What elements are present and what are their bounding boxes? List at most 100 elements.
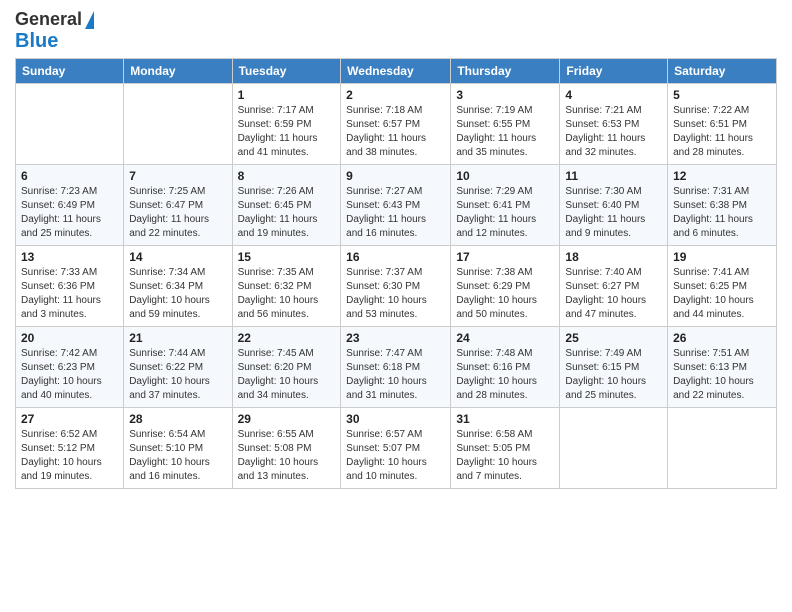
logo-triangle-icon [85, 11, 94, 29]
day-info: Sunrise: 7:48 AM Sunset: 6:16 PM Dayligh… [456, 347, 554, 403]
day-info: Sunrise: 6:58 AM Sunset: 5:05 PM Dayligh… [456, 428, 554, 484]
calendar-cell: 28 Sunrise: 6:54 AM Sunset: 5:10 PM Dayli… [124, 407, 232, 488]
day-info: Sunrise: 7:34 AM Sunset: 6:34 PM Dayligh… [129, 266, 226, 322]
calendar-cell: 12 Sunrise: 7:31 AM Sunset: 6:38 PM Dayli… [668, 164, 777, 245]
day-info: Sunrise: 6:54 AM Sunset: 5:10 PM Dayligh… [129, 428, 226, 484]
calendar-cell: 1 Sunrise: 7:17 AM Sunset: 6:59 PM Daylig… [232, 83, 341, 164]
day-info: Sunrise: 7:31 AM Sunset: 6:38 PM Dayligh… [673, 185, 771, 241]
day-info: Sunrise: 7:29 AM Sunset: 6:41 PM Dayligh… [456, 185, 554, 241]
day-number: 3 [456, 88, 554, 102]
calendar-cell: 21Sunrise: 7:44 AM Sunset: 6:22 PM Dayli… [124, 326, 232, 407]
day-number: 23 [346, 331, 445, 345]
calendar-cell: 3 Sunrise: 7:19 AM Sunset: 6:55 PM Daylig… [451, 83, 560, 164]
day-info: Sunrise: 7:27 AM Sunset: 6:43 PM Dayligh… [346, 185, 445, 241]
day-number: 11 [565, 169, 662, 183]
calendar-cell: 9 Sunrise: 7:27 AM Sunset: 6:43 PM Daylig… [341, 164, 451, 245]
calendar-cell: 30 Sunrise: 6:57 AM Sunset: 5:07 PM Dayli… [341, 407, 451, 488]
day-info: Sunrise: 6:52 AM Sunset: 5:12 PM Dayligh… [21, 428, 118, 484]
day-number: 16 [346, 250, 445, 264]
day-number: 12 [673, 169, 771, 183]
day-info: Sunrise: 7:45 AM Sunset: 6:20 PM Dayligh… [238, 347, 336, 403]
calendar-cell: 19 Sunrise: 7:41 AM Sunset: 6:25 PM Dayli… [668, 245, 777, 326]
calendar-week-row: 1 Sunrise: 7:17 AM Sunset: 6:59 PM Daylig… [16, 83, 777, 164]
calendar-cell: 2 Sunrise: 7:18 AM Sunset: 6:57 PM Daylig… [341, 83, 451, 164]
day-number: 6 [21, 169, 118, 183]
day-number: 22 [238, 331, 336, 345]
calendar-week-row: 20 Sunrise: 7:42 AM Sunset: 6:23 PM Dayli… [16, 326, 777, 407]
column-header-tuesday: Tuesday [232, 58, 341, 83]
day-number: 13 [21, 250, 118, 264]
day-info: Sunrise: 7:33 AM Sunset: 6:36 PM Dayligh… [21, 266, 118, 322]
day-info: Sunrise: 7:38 AM Sunset: 6:29 PM Dayligh… [456, 266, 554, 322]
logo: General Blue [15, 10, 94, 52]
day-number: 26 [673, 331, 771, 345]
day-info: Sunrise: 7:44 AM Sunset: 6:22 PM Dayligh… [129, 347, 226, 403]
day-number: 24 [456, 331, 554, 345]
logo-general: General [15, 10, 82, 30]
day-number: 14 [129, 250, 226, 264]
calendar-cell: 17 Sunrise: 7:38 AM Sunset: 6:29 PM Dayli… [451, 245, 560, 326]
calendar-cell: 15 Sunrise: 7:35 AM Sunset: 6:32 PM Dayli… [232, 245, 341, 326]
day-number: 18 [565, 250, 662, 264]
day-number: 30 [346, 412, 445, 426]
calendar-cell: 29 Sunrise: 6:55 AM Sunset: 5:08 PM Dayli… [232, 407, 341, 488]
day-info: Sunrise: 6:55 AM Sunset: 5:08 PM Dayligh… [238, 428, 336, 484]
day-number: 31 [456, 412, 554, 426]
calendar-cell: 25Sunrise: 7:49 AM Sunset: 6:15 PM Dayli… [560, 326, 668, 407]
day-info: Sunrise: 7:19 AM Sunset: 6:55 PM Dayligh… [456, 104, 554, 160]
day-number: 4 [565, 88, 662, 102]
calendar-cell: 24 Sunrise: 7:48 AM Sunset: 6:16 PM Dayli… [451, 326, 560, 407]
day-number: 2 [346, 88, 445, 102]
day-info: Sunrise: 7:22 AM Sunset: 6:51 PM Dayligh… [673, 104, 771, 160]
calendar-table: SundayMondayTuesdayWednesdayThursdayFrid… [15, 58, 777, 489]
day-info: Sunrise: 7:18 AM Sunset: 6:57 PM Dayligh… [346, 104, 445, 160]
day-info: Sunrise: 7:30 AM Sunset: 6:40 PM Dayligh… [565, 185, 662, 241]
header: General Blue [15, 10, 777, 52]
day-number: 19 [673, 250, 771, 264]
calendar-cell: 16 Sunrise: 7:37 AM Sunset: 6:30 PM Dayli… [341, 245, 451, 326]
day-info: Sunrise: 7:26 AM Sunset: 6:45 PM Dayligh… [238, 185, 336, 241]
calendar-cell: 18 Sunrise: 7:40 AM Sunset: 6:27 PM Dayli… [560, 245, 668, 326]
column-header-sunday: Sunday [16, 58, 124, 83]
calendar-week-row: 6 Sunrise: 7:23 AM Sunset: 6:49 PM Daylig… [16, 164, 777, 245]
column-header-monday: Monday [124, 58, 232, 83]
day-number: 9 [346, 169, 445, 183]
calendar-cell: 4Sunrise: 7:21 AM Sunset: 6:53 PM Daylig… [560, 83, 668, 164]
day-number: 28 [129, 412, 226, 426]
day-info: Sunrise: 7:25 AM Sunset: 6:47 PM Dayligh… [129, 185, 226, 241]
day-number: 17 [456, 250, 554, 264]
calendar-cell: 20 Sunrise: 7:42 AM Sunset: 6:23 PM Dayli… [16, 326, 124, 407]
day-number: 29 [238, 412, 336, 426]
day-number: 15 [238, 250, 336, 264]
day-number: 8 [238, 169, 336, 183]
column-header-saturday: Saturday [668, 58, 777, 83]
calendar-cell [16, 83, 124, 164]
calendar-cell: 26 Sunrise: 7:51 AM Sunset: 6:13 PM Dayli… [668, 326, 777, 407]
day-info: Sunrise: 7:42 AM Sunset: 6:23 PM Dayligh… [21, 347, 118, 403]
day-info: Sunrise: 6:57 AM Sunset: 5:07 PM Dayligh… [346, 428, 445, 484]
logo-blue: Blue [15, 30, 58, 52]
calendar-header-row: SundayMondayTuesdayWednesdayThursdayFrid… [16, 58, 777, 83]
day-number: 25 [565, 331, 662, 345]
day-number: 20 [21, 331, 118, 345]
day-info: Sunrise: 7:40 AM Sunset: 6:27 PM Dayligh… [565, 266, 662, 322]
calendar-cell: 27 Sunrise: 6:52 AM Sunset: 5:12 PM Dayli… [16, 407, 124, 488]
calendar-cell: 6 Sunrise: 7:23 AM Sunset: 6:49 PM Daylig… [16, 164, 124, 245]
day-number: 5 [673, 88, 771, 102]
calendar-cell [668, 407, 777, 488]
calendar-week-row: 27 Sunrise: 6:52 AM Sunset: 5:12 PM Dayli… [16, 407, 777, 488]
day-info: Sunrise: 7:41 AM Sunset: 6:25 PM Dayligh… [673, 266, 771, 322]
calendar-cell: 10Sunrise: 7:29 AM Sunset: 6:41 PM Dayli… [451, 164, 560, 245]
day-number: 27 [21, 412, 118, 426]
day-info: Sunrise: 7:35 AM Sunset: 6:32 PM Dayligh… [238, 266, 336, 322]
day-info: Sunrise: 7:37 AM Sunset: 6:30 PM Dayligh… [346, 266, 445, 322]
day-info: Sunrise: 7:23 AM Sunset: 6:49 PM Dayligh… [21, 185, 118, 241]
calendar-cell: 13 Sunrise: 7:33 AM Sunset: 6:36 PM Dayli… [16, 245, 124, 326]
calendar-cell [560, 407, 668, 488]
calendar-cell: 7Sunrise: 7:25 AM Sunset: 6:47 PM Daylig… [124, 164, 232, 245]
calendar-cell: 14 Sunrise: 7:34 AM Sunset: 6:34 PM Dayli… [124, 245, 232, 326]
day-number: 1 [238, 88, 336, 102]
day-info: Sunrise: 7:17 AM Sunset: 6:59 PM Dayligh… [238, 104, 336, 160]
day-info: Sunrise: 7:51 AM Sunset: 6:13 PM Dayligh… [673, 347, 771, 403]
column-header-wednesday: Wednesday [341, 58, 451, 83]
